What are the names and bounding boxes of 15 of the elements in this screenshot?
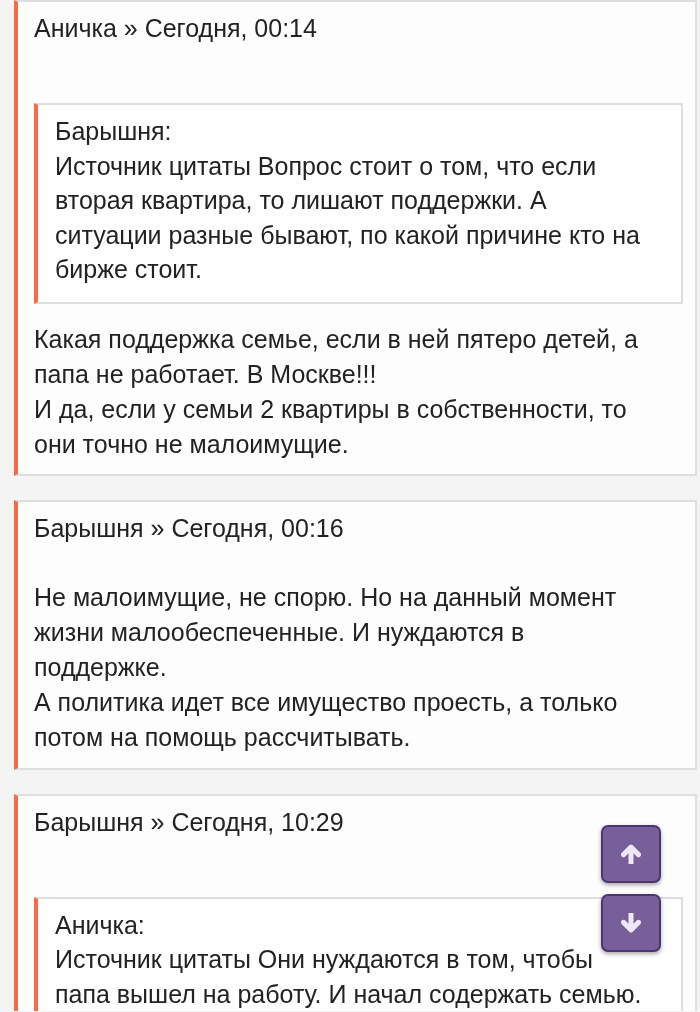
scroll-up-button[interactable] [601,825,661,883]
post-text: А политика идет все имущество проесть, а только потом на помощь рассчитывать. [34,687,619,753]
scroll-down-button[interactable] [601,894,661,952]
quote-author: Барышня: [55,116,172,147]
post-header: Аничка » Сегодня, 00:14 [34,13,317,44]
quote-text: Источник цитаты Вопрос стоит о том, что если вторая квартира, то лишают поддержки. А ситуации разные бывают, по какой причине кто на бирже стоит. [55,150,641,285]
quote-text: Источник цитаты Они нуждаются в том, чтобы папа вышел на работу. И начал содержать семью. [55,944,643,1010]
post-text: И да, если у семьи 2 квартиры в собственности, то они точно не малоимущие. [34,393,628,460]
quote-author: Аничка: [55,909,145,941]
post-text: Какая поддержка семье, если в ней пятеро детей, а папа не работает. В Москве!!! [34,323,639,390]
post-header: Барышня » Сегодня, 10:29 [34,806,344,838]
post-header: Барышня » Сегодня, 00:16 [34,513,344,544]
post-text: Не малоимущие, не спорю. Но на данный момент жизни малообеспеченные. И нуждаются в поддержке. [34,582,618,683]
arrow-down-icon [621,913,641,933]
arrow-up-icon [621,844,641,864]
